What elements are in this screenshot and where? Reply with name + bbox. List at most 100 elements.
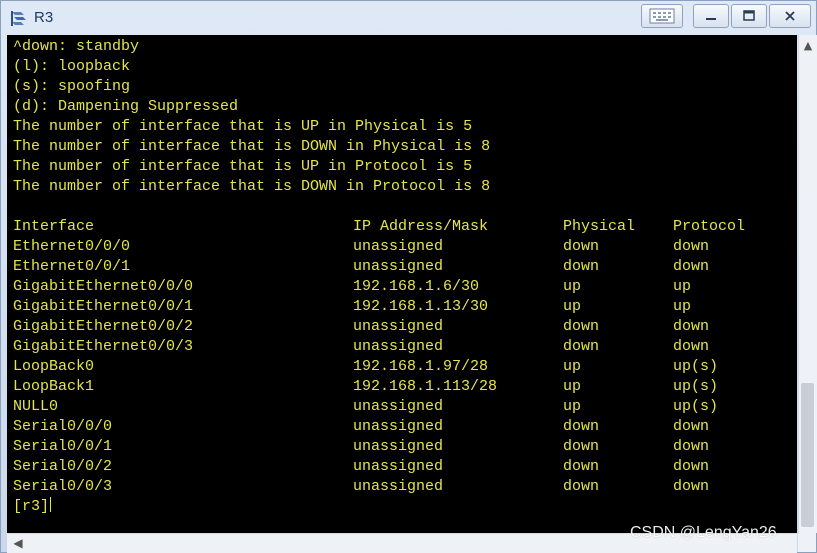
ip-address: unassigned (353, 318, 444, 335)
scroll-up-icon[interactable]: ▲ (799, 37, 817, 55)
vertical-scroll-thumb[interactable] (801, 383, 814, 527)
terminal-output[interactable]: ^down: standby (l): loopback (s): spoofi… (7, 35, 797, 533)
physical-status: up (563, 398, 582, 415)
keyboard-button[interactable] (641, 4, 683, 28)
ip-address: unassigned (353, 238, 444, 255)
table-row: GigabitEthernet0/0/0 192.168.1.6/30 up u… (13, 277, 691, 297)
column-header-ip: IP Address/Mask (353, 218, 489, 235)
protocol-status: up(s) (673, 378, 719, 395)
physical-status: down (563, 438, 600, 455)
scrollbar-corner (798, 533, 816, 552)
text-cursor (50, 497, 52, 512)
ip-address: unassigned (353, 398, 444, 415)
terminal-line: The number of interface that is UP in Ph… (13, 118, 473, 135)
ip-address: unassigned (353, 418, 444, 435)
vertical-scrollbar[interactable]: ▲ (798, 35, 817, 533)
table-row: Serial0/0/3 unassigned down down (13, 477, 709, 497)
column-header-interface: Interface (13, 218, 95, 235)
physical-status: up (563, 378, 582, 395)
ip-address: 192.168.1.6/30 (353, 278, 480, 295)
interface-name: GigabitEthernet0/0/2 (13, 318, 194, 335)
protocol-status: down (673, 478, 710, 495)
interface-name: LoopBack0 (13, 358, 95, 375)
close-icon (785, 11, 795, 21)
table-row: LoopBack1 192.168.1.113/28 up up(s) (13, 377, 718, 397)
physical-status: up (563, 298, 582, 315)
physical-status: up (563, 278, 582, 295)
physical-status: down (563, 458, 600, 475)
physical-status: down (563, 258, 600, 275)
window-title: R3 (34, 9, 54, 26)
interface-name: GigabitEthernet0/0/0 (13, 278, 194, 295)
physical-status: down (563, 338, 600, 355)
protocol-status: up (673, 298, 692, 315)
ip-address: 192.168.1.97/28 (353, 358, 489, 375)
terminal-line: (l): loopback (13, 58, 131, 75)
column-header-protocol: Protocol (673, 218, 746, 235)
interface-name: Serial0/0/2 (13, 458, 113, 475)
terminal-line: The number of interface that is DOWN in … (13, 178, 491, 195)
physical-status: down (563, 318, 600, 335)
prompt-text: [r3] (13, 498, 50, 515)
protocol-status: down (673, 438, 710, 455)
protocol-status: down (673, 458, 710, 475)
table-row: LoopBack0 192.168.1.97/28 up up(s) (13, 357, 718, 377)
table-row: NULL0 unassigned up up(s) (13, 397, 718, 417)
ip-address: 192.168.1.113/28 (353, 378, 498, 395)
maximize-button[interactable] (731, 4, 767, 28)
table-row: GigabitEthernet0/0/2 unassigned down dow… (13, 317, 709, 337)
table-row: GigabitEthernet0/0/3 unassigned down dow… (13, 337, 709, 357)
protocol-status: up(s) (673, 358, 719, 375)
interface-name: Serial0/0/1 (13, 438, 113, 455)
keyboard-icon (649, 8, 675, 24)
interface-name: GigabitEthernet0/0/3 (13, 338, 194, 355)
terminal-line: The number of interface that is DOWN in … (13, 138, 491, 155)
table-row: Serial0/0/0 unassigned down down (13, 417, 709, 437)
minimize-icon (706, 18, 716, 20)
terminal-line: The number of interface that is UP in Pr… (13, 158, 473, 175)
interface-name: Serial0/0/0 (13, 418, 113, 435)
physical-status: down (563, 478, 600, 495)
protocol-status: up (673, 278, 692, 295)
table-row: Serial0/0/2 unassigned down down (13, 457, 709, 477)
column-header-physical: Physical (563, 218, 636, 235)
interface-name: LoopBack1 (13, 378, 95, 395)
protocol-status: down (673, 338, 710, 355)
ip-address: unassigned (353, 338, 444, 355)
physical-status: down (563, 418, 600, 435)
interface-name: Serial0/0/3 (13, 478, 113, 495)
minimize-button[interactable] (693, 4, 729, 28)
protocol-status: down (673, 418, 710, 435)
terminal-line: ^down: standby (13, 38, 140, 55)
ip-address: unassigned (353, 478, 444, 495)
scroll-left-icon[interactable]: ◀ (9, 534, 27, 553)
physical-status: up (563, 358, 582, 375)
protocol-status: down (673, 258, 710, 275)
ip-address: unassigned (353, 438, 444, 455)
protocol-status: down (673, 318, 710, 335)
title-bar[interactable]: R3 (1, 1, 816, 34)
interface-name: GigabitEthernet0/0/1 (13, 298, 194, 315)
interface-name: Ethernet0/0/1 (13, 258, 131, 275)
close-button[interactable] (769, 4, 811, 28)
protocol-status: up(s) (673, 398, 719, 415)
table-row: Ethernet0/0/1 unassigned down down (13, 257, 709, 277)
terminal-line: (s): spoofing (13, 78, 131, 95)
table-header: Interface IP Address/Mask Physical Proto… (13, 217, 745, 237)
command-prompt[interactable]: [r3] (13, 497, 52, 517)
physical-status: down (563, 238, 600, 255)
terminal-line: (d): Dampening Suppressed (13, 98, 239, 115)
protocol-status: down (673, 238, 710, 255)
maximize-icon (743, 10, 755, 21)
table-row: GigabitEthernet0/0/1 192.168.1.13/30 up … (13, 297, 691, 317)
interface-name: NULL0 (13, 398, 59, 415)
watermark: CSDN @LengYan26 (630, 524, 777, 541)
table-row: Serial0/0/1 unassigned down down (13, 437, 709, 457)
table-row: Ethernet0/0/0 unassigned down down (13, 237, 709, 257)
ip-address: unassigned (353, 258, 444, 275)
ip-address: unassigned (353, 458, 444, 475)
router-app-icon (11, 11, 26, 26)
terminal-window: R3 ^down: standby (l): loopback (s): spo… (0, 0, 817, 553)
ip-address: 192.168.1.13/30 (353, 298, 489, 315)
interface-name: Ethernet0/0/0 (13, 238, 131, 255)
